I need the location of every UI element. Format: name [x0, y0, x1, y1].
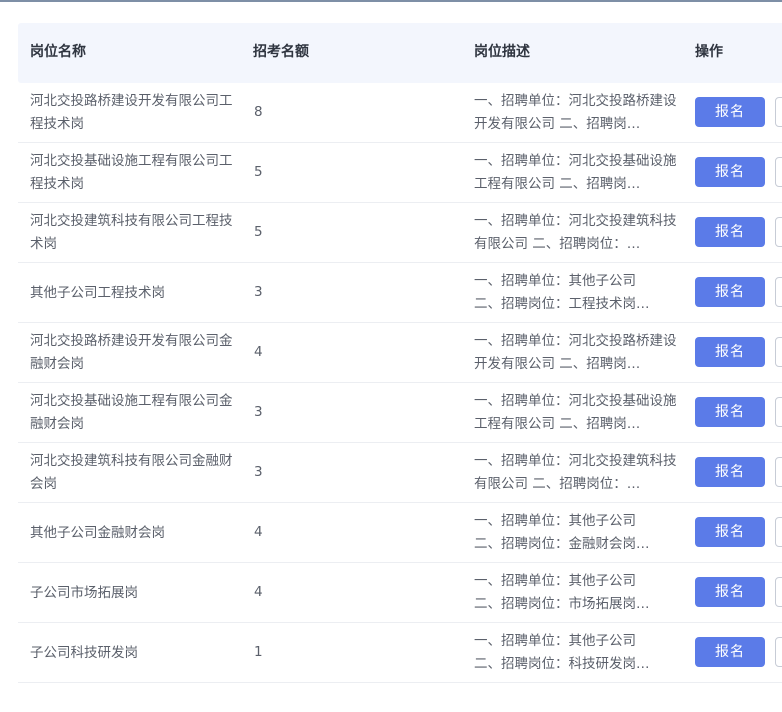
position-description: 一、招聘单位：其他子公司 二、招聘岗位：金融财会岗… — [474, 513, 650, 552]
description-cell: 一、招聘单位：河北交投路桥建设开发有限公司 二、招聘岗… — [474, 329, 679, 377]
position-name-cell: 子公司市场拓展岗 — [30, 569, 235, 617]
position-name: 河北交投路桥建设开发有限公司金融财会岗 — [30, 333, 233, 372]
description-cell: 一、招聘单位：河北交投基础设施工程有限公司 二、招聘岗… — [474, 149, 679, 197]
apply-button[interactable]: 报名 — [695, 157, 765, 187]
secondary-action-button[interactable] — [775, 157, 782, 187]
table-row: 河北交投路桥建设开发有限公司金融财会岗 4 一、招聘单位：河北交投路桥建设开发有… — [18, 323, 782, 383]
position-name: 河北交投建筑科技有限公司金融财会岗 — [30, 453, 233, 492]
apply-button[interactable]: 报名 — [695, 637, 765, 667]
quota-count: 4 — [254, 584, 263, 600]
description-cell: 一、招聘单位：河北交投基础设施工程有限公司 二、招聘岗… — [474, 389, 679, 437]
position-name-cell: 其他子公司工程技术岗 — [30, 269, 235, 317]
header-position-name: 岗位名称 — [30, 44, 86, 60]
secondary-action-button[interactable] — [775, 97, 782, 127]
apply-button[interactable]: 报名 — [695, 517, 765, 547]
header-description: 岗位描述 — [474, 44, 530, 60]
position-description: 一、招聘单位：其他子公司 二、招聘岗位：工程技术岗… — [474, 273, 650, 312]
position-name-cell: 河北交投建筑科技有限公司金融财会岗 — [30, 449, 235, 497]
position-name-cell: 子公司科技研发岗 — [30, 629, 235, 677]
apply-button[interactable]: 报名 — [695, 577, 765, 607]
quota-count: 5 — [254, 164, 263, 180]
apply-button[interactable]: 报名 — [695, 97, 765, 127]
position-description: 一、招聘单位：其他子公司 二、招聘岗位：科技研发岗… — [474, 633, 650, 672]
table-row: 河北交投基础设施工程有限公司工程技术岗 5 一、招聘单位：河北交投基础设施工程有… — [18, 143, 782, 203]
position-description: 一、招聘单位：其他子公司 二、招聘岗位：市场拓展岗… — [474, 573, 650, 612]
description-cell: 一、招聘单位：其他子公司 二、招聘岗位：工程技术岗… — [474, 269, 679, 317]
position-name: 河北交投路桥建设开发有限公司工程技术岗 — [30, 93, 233, 132]
position-table: 岗位名称 招考名额 岗位描述 操作 河北交投路桥建设开发有限公司工程技术岗 8 … — [18, 23, 782, 683]
header-quota: 招考名额 — [253, 44, 309, 60]
secondary-action-button[interactable] — [775, 337, 782, 367]
quota-count: 4 — [254, 524, 263, 540]
header-actions: 操作 — [695, 44, 723, 60]
quota-count: 3 — [254, 464, 263, 480]
position-description: 一、招聘单位：河北交投路桥建设开发有限公司 二、招聘岗… — [474, 93, 677, 132]
table-row: 河北交投基础设施工程有限公司金融财会岗 3 一、招聘单位：河北交投基础设施工程有… — [18, 383, 782, 443]
top-border — [0, 0, 782, 2]
position-name: 子公司市场拓展岗 — [30, 584, 138, 601]
position-description: 一、招聘单位：河北交投基础设施工程有限公司 二、招聘岗… — [474, 393, 677, 432]
position-description: 一、招聘单位：河北交投建筑科技有限公司 二、招聘岗位：… — [474, 213, 677, 252]
description-cell: 一、招聘单位：其他子公司 二、招聘岗位：市场拓展岗… — [474, 569, 679, 617]
position-name: 子公司科技研发岗 — [30, 644, 138, 661]
secondary-action-button[interactable] — [775, 577, 782, 607]
table-row: 河北交投建筑科技有限公司工程技术岗 5 一、招聘单位：河北交投建筑科技有限公司 … — [18, 203, 782, 263]
quota-count: 4 — [254, 344, 263, 360]
position-name: 河北交投基础设施工程有限公司金融财会岗 — [30, 393, 233, 432]
position-name: 其他子公司工程技术岗 — [30, 284, 165, 301]
quota-count: 1 — [254, 644, 263, 660]
description-cell: 一、招聘单位：其他子公司 二、招聘岗位：科技研发岗… — [474, 629, 679, 677]
position-name: 河北交投基础设施工程有限公司工程技术岗 — [30, 153, 233, 192]
position-name: 其他子公司金融财会岗 — [30, 524, 165, 541]
table-row: 河北交投建筑科技有限公司金融财会岗 3 一、招聘单位：河北交投建筑科技有限公司 … — [18, 443, 782, 503]
position-description: 一、招聘单位：河北交投路桥建设开发有限公司 二、招聘岗… — [474, 333, 677, 372]
secondary-action-button[interactable] — [775, 517, 782, 547]
position-name-cell: 其他子公司金融财会岗 — [30, 509, 235, 557]
description-cell: 一、招聘单位：河北交投建筑科技有限公司 二、招聘岗位：… — [474, 209, 679, 257]
table-row: 子公司市场拓展岗 4 一、招聘单位：其他子公司 二、招聘岗位：市场拓展岗… 报名 — [18, 563, 782, 623]
position-description: 一、招聘单位：河北交投基础设施工程有限公司 二、招聘岗… — [474, 153, 677, 192]
apply-button[interactable]: 报名 — [695, 397, 765, 427]
quota-count: 3 — [254, 404, 263, 420]
position-name: 河北交投建筑科技有限公司工程技术岗 — [30, 213, 233, 252]
quota-count: 3 — [254, 284, 263, 300]
apply-button[interactable]: 报名 — [695, 217, 765, 247]
position-description: 一、招聘单位：河北交投建筑科技有限公司 二、招聘岗位：… — [474, 453, 677, 492]
table-header: 岗位名称 招考名额 岗位描述 操作 — [18, 23, 782, 83]
secondary-action-button[interactable] — [775, 217, 782, 247]
position-name-cell: 河北交投基础设施工程有限公司工程技术岗 — [30, 149, 235, 197]
position-name-cell: 河北交投建筑科技有限公司工程技术岗 — [30, 209, 235, 257]
table-row: 河北交投路桥建设开发有限公司工程技术岗 8 一、招聘单位：河北交投路桥建设开发有… — [18, 83, 782, 143]
quota-count: 5 — [254, 224, 263, 240]
table-row: 其他子公司金融财会岗 4 一、招聘单位：其他子公司 二、招聘岗位：金融财会岗… … — [18, 503, 782, 563]
position-name-cell: 河北交投基础设施工程有限公司金融财会岗 — [30, 389, 235, 437]
table-row: 其他子公司工程技术岗 3 一、招聘单位：其他子公司 二、招聘岗位：工程技术岗… … — [18, 263, 782, 323]
secondary-action-button[interactable] — [775, 397, 782, 427]
position-name-cell: 河北交投路桥建设开发有限公司金融财会岗 — [30, 329, 235, 377]
secondary-action-button[interactable] — [775, 637, 782, 667]
apply-button[interactable]: 报名 — [695, 457, 765, 487]
table-body: 河北交投路桥建设开发有限公司工程技术岗 8 一、招聘单位：河北交投路桥建设开发有… — [18, 83, 782, 683]
description-cell: 一、招聘单位：河北交投建筑科技有限公司 二、招聘岗位：… — [474, 449, 679, 497]
position-name-cell: 河北交投路桥建设开发有限公司工程技术岗 — [30, 89, 235, 137]
apply-button[interactable]: 报名 — [695, 277, 765, 307]
description-cell: 一、招聘单位：其他子公司 二、招聘岗位：金融财会岗… — [474, 509, 679, 557]
secondary-action-button[interactable] — [775, 457, 782, 487]
description-cell: 一、招聘单位：河北交投路桥建设开发有限公司 二、招聘岗… — [474, 89, 679, 137]
apply-button[interactable]: 报名 — [695, 337, 765, 367]
quota-count: 8 — [254, 104, 263, 120]
secondary-action-button[interactable] — [775, 277, 782, 307]
table-row: 子公司科技研发岗 1 一、招聘单位：其他子公司 二、招聘岗位：科技研发岗… 报名 — [18, 623, 782, 683]
